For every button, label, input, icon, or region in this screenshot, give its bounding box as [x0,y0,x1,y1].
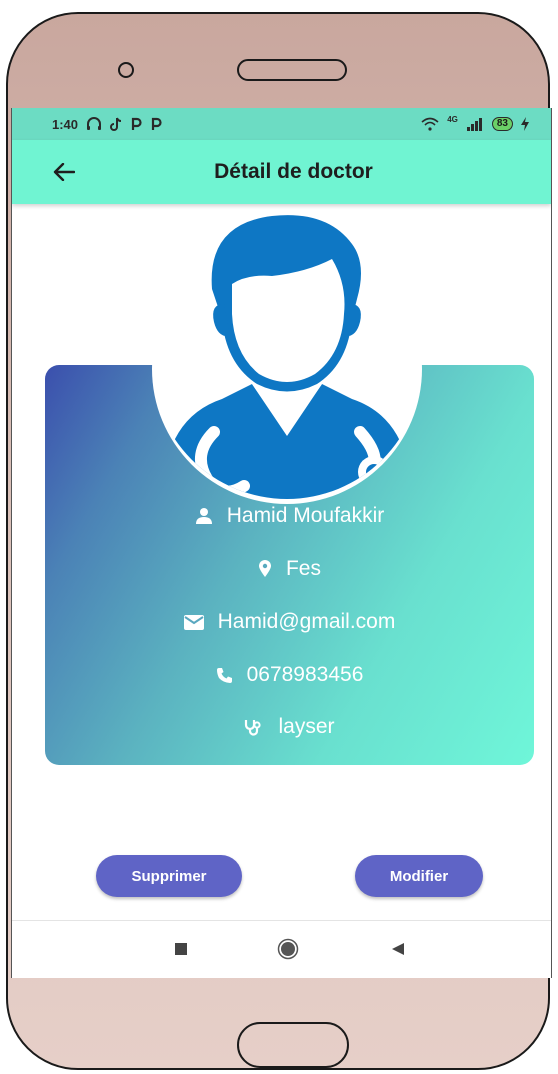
doctor-email: Hamid@gmail.com [217,610,396,633]
square-icon [175,943,187,955]
signal-icon [466,118,482,131]
doctor-name-row: Hamid Moufakkir [45,504,534,528]
page-title: Détail de doctor [214,160,373,183]
doctor-phone: 0678983456 [246,663,364,686]
stethoscope-icon [245,720,262,736]
person-icon [195,508,212,524]
pinterest-icon-2 [151,117,162,130]
doctor-phone-row: 0678983456 [45,663,534,687]
nav-home-button[interactable] [274,935,302,963]
wifi-icon [421,117,439,131]
headphones-icon [87,117,102,130]
delete-button[interactable]: Supprimer [96,855,242,897]
app-screen: 1:40 4G 83 Détail de doctor Hamid Moufak… [11,108,552,978]
battery-level: 83 [491,117,513,131]
doctor-email-row: Hamid@gmail.com [45,610,534,634]
triangle-back-icon [392,943,404,955]
home-button[interactable] [237,1022,349,1068]
doctor-city-row: Fes [45,557,534,581]
earpiece-speaker [237,59,347,81]
edit-button[interactable]: Modifier [355,855,483,897]
network-type: 4G [447,114,458,124]
system-nav-bar [12,920,551,977]
charging-icon [521,117,529,131]
status-time: 1:40 [52,116,79,132]
front-camera [118,62,134,78]
pinterest-icon [131,117,142,130]
tiktok-icon [110,117,122,131]
location-pin-icon [258,560,271,577]
nav-recents-button[interactable] [167,935,195,963]
mail-icon [183,614,204,630]
doctor-city: Fes [285,557,321,580]
app-bar: Détail de doctor [12,140,551,204]
doctor-specialty-row: layser [45,715,534,739]
nav-back-button[interactable] [384,935,412,963]
status-bar: 1:40 4G 83 [12,108,551,140]
phone-icon [216,667,232,683]
circle-home-icon [277,938,299,960]
doctor-avatar-icon [152,215,422,504]
doctor-name: Hamid Moufakkir [226,504,385,527]
doctor-specialty: layser [278,715,335,738]
